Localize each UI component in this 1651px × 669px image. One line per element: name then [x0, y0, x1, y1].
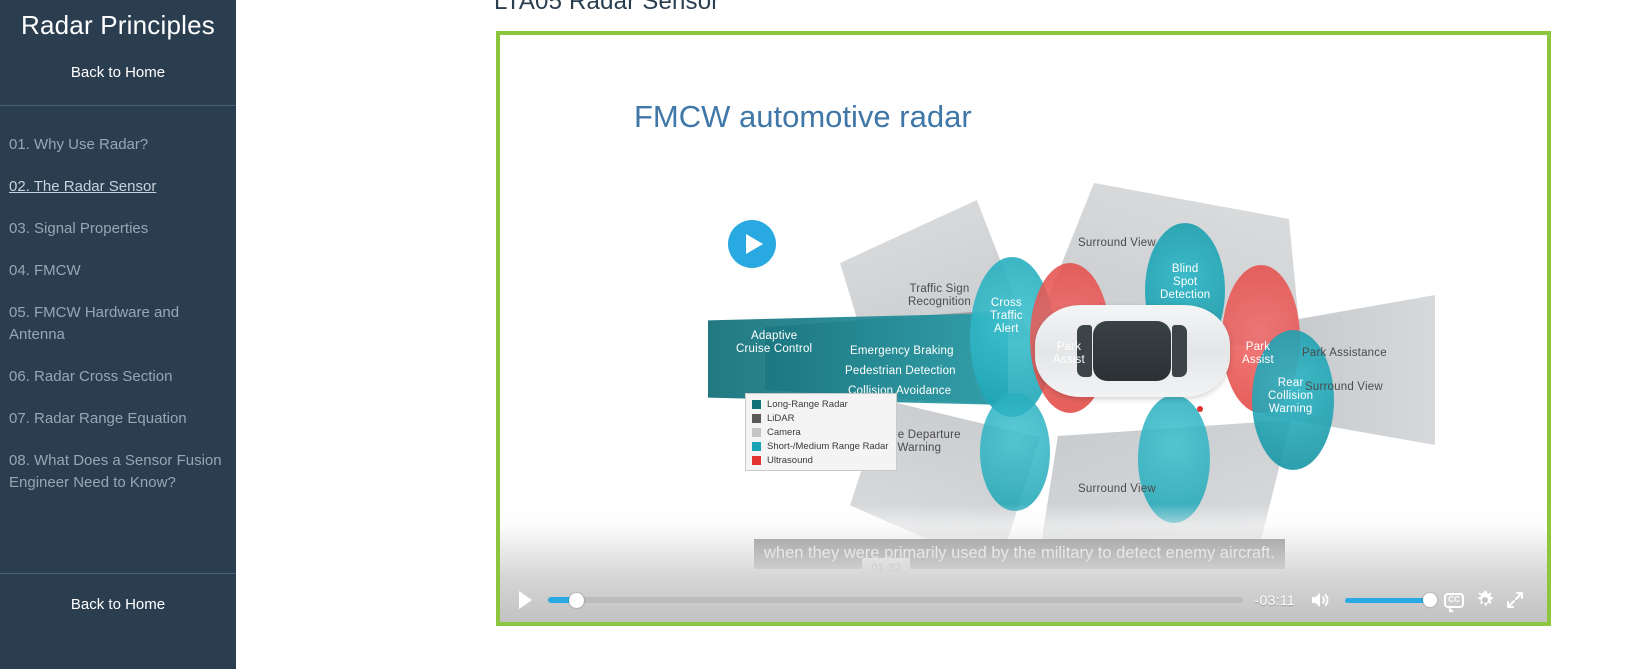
legend-label-lidar: LiDAR [767, 413, 795, 424]
sidebar-footer: Back to Home [0, 573, 236, 669]
sidebar-item-04: 04. FMCW [0, 250, 236, 292]
sidebar-item-02: 02. The Radar Sensor [0, 166, 236, 208]
legend-swatch-camera [752, 428, 761, 437]
sidebar-nav-list: 01. Why Use Radar? 02. The Radar Sensor … [0, 106, 236, 518]
diagram-label-emergency-braking: Emergency Braking [850, 345, 954, 357]
gear-icon[interactable] [1473, 588, 1497, 612]
play-overlay-button[interactable] [728, 220, 776, 268]
legend-label-camera: Camera [767, 427, 801, 438]
legend-item-camera: Camera [752, 426, 890, 439]
radar-coverage-diagram: Adaptive Cruise Control Traffic Sign Rec… [690, 145, 1450, 570]
diagram-label-cross-traffic-alert: Cross Traffic Alert [990, 297, 1023, 335]
legend-swatch-long-range-radar [752, 400, 761, 409]
legend-item-lidar: LiDAR [752, 412, 890, 425]
sidebar-item-03: 03. Signal Properties [0, 208, 236, 250]
sidebar-link-signal-properties[interactable]: 03. Signal Properties [0, 208, 236, 250]
slide-headline: FMCW automotive radar [634, 99, 972, 134]
legend-item-short-medium-range-radar: Short-/Medium Range Radar [752, 440, 890, 453]
diagram-label-adaptive-cruise-control: Adaptive Cruise Control [736, 330, 813, 355]
legend-swatch-ultrasound [752, 456, 761, 465]
sidebar-link-why-use-radar[interactable]: 01. Why Use Radar? [0, 124, 236, 166]
back-to-home-bottom-link[interactable]: Back to Home [0, 574, 236, 669]
fullscreen-icon[interactable] [1503, 588, 1527, 612]
diagram-label-park-assist-rear: Park Assist [1242, 341, 1274, 366]
cc-label: CC [1448, 595, 1460, 604]
diagram-label-surround-view-right: Surround View [1305, 381, 1383, 393]
sidebar-link-fmcw[interactable]: 04. FMCW [0, 250, 236, 292]
page-title: LTA05 Radar Sensor [494, 0, 720, 15]
video-stage[interactable]: FMCW automotive radar Adaptive Cruise Co… [500, 35, 1547, 622]
video-controls-row: -03:11 CC [500, 578, 1547, 622]
sidebar-link-fmcw-hardware-and-antenna[interactable]: 05. FMCW Hardware and Antenna [0, 292, 236, 356]
diagram-label-surround-view-bottom: Surround View [1078, 483, 1156, 495]
progress-bar-handle[interactable] [569, 592, 585, 608]
legend-label-long-range-radar: Long-Range Radar [767, 399, 848, 410]
sidebar-link-the-radar-sensor[interactable]: 02. The Radar Sensor [0, 166, 236, 208]
diagram-label-park-assist-front: Park Assist [1053, 341, 1085, 366]
sidebar-item-06: 06. Radar Cross Section [0, 356, 236, 398]
remaining-time-label: -03:11 [1254, 592, 1295, 608]
sidebar-title: Radar Principles [21, 10, 215, 40]
diagram-label-blind-spot-detection: Blind Spot Detection [1160, 263, 1211, 301]
sidebar-item-05: 05. FMCW Hardware and Antenna [0, 292, 236, 356]
car-roof [1093, 321, 1171, 381]
diagram-label-park-assistance: Park Assistance [1302, 347, 1387, 359]
video-player[interactable]: FMCW automotive radar Adaptive Cruise Co… [496, 31, 1551, 626]
volume-slider[interactable] [1345, 593, 1437, 607]
volume-icon[interactable] [1309, 588, 1333, 612]
video-controls-bar: -03:11 CC [500, 504, 1547, 622]
volume-slider-handle[interactable] [1423, 593, 1437, 607]
sidebar: Radar Principles Back to Home 01. Why Us… [0, 0, 236, 669]
legend-swatch-short-medium-range-radar [752, 442, 761, 451]
sidebar-link-sensor-fusion-engineer[interactable]: 08. What Does a Sensor Fusion Engineer N… [0, 440, 236, 504]
diagram-label-pedestrian-detection: Pedestrian Detection [845, 365, 956, 377]
main-content: LTA05 Radar Sensor FMCW automotive radar [236, 0, 1651, 669]
legend-label-ultrasound: Ultrasound [767, 455, 813, 466]
sidebar-item-01: 01. Why Use Radar? [0, 124, 236, 166]
sidebar-link-radar-cross-section[interactable]: 06. Radar Cross Section [0, 356, 236, 398]
diagram-label-surround-view-top: Surround View [1078, 237, 1156, 249]
cc-badge: CC [1444, 592, 1464, 612]
diagram-legend: Long-Range Radar LiDAR Camera Short-/Med… [745, 393, 897, 471]
legend-label-short-medium-range-radar: Short-/Medium Range Radar [767, 441, 889, 452]
volume-slider-fill [1345, 597, 1431, 603]
legend-item-ultrasound: Ultrasound [752, 454, 890, 467]
back-to-home-top-link[interactable]: Back to Home [0, 42, 236, 105]
car-windshield-rear [1172, 325, 1187, 377]
sidebar-item-08: 08. What Does a Sensor Fusion Engineer N… [0, 440, 236, 504]
sidebar-link-radar-range-equation[interactable]: 07. Radar Range Equation [0, 398, 236, 440]
sidebar-item-07: 07. Radar Range Equation [0, 398, 236, 440]
closed-captions-icon[interactable]: CC [1441, 588, 1467, 612]
short-range-lobe-bottom-left [980, 393, 1050, 511]
legend-item-long-range-radar: Long-Range Radar [752, 398, 890, 411]
progress-bar[interactable] [548, 592, 1243, 608]
play-button[interactable] [512, 587, 538, 613]
diagram-label-traffic-sign-recognition: Traffic Sign Recognition [908, 283, 971, 308]
diagram-red-marker-dot [1197, 406, 1203, 412]
page-root: Radar Principles Back to Home 01. Why Us… [0, 0, 1651, 669]
legend-swatch-lidar [752, 414, 761, 423]
